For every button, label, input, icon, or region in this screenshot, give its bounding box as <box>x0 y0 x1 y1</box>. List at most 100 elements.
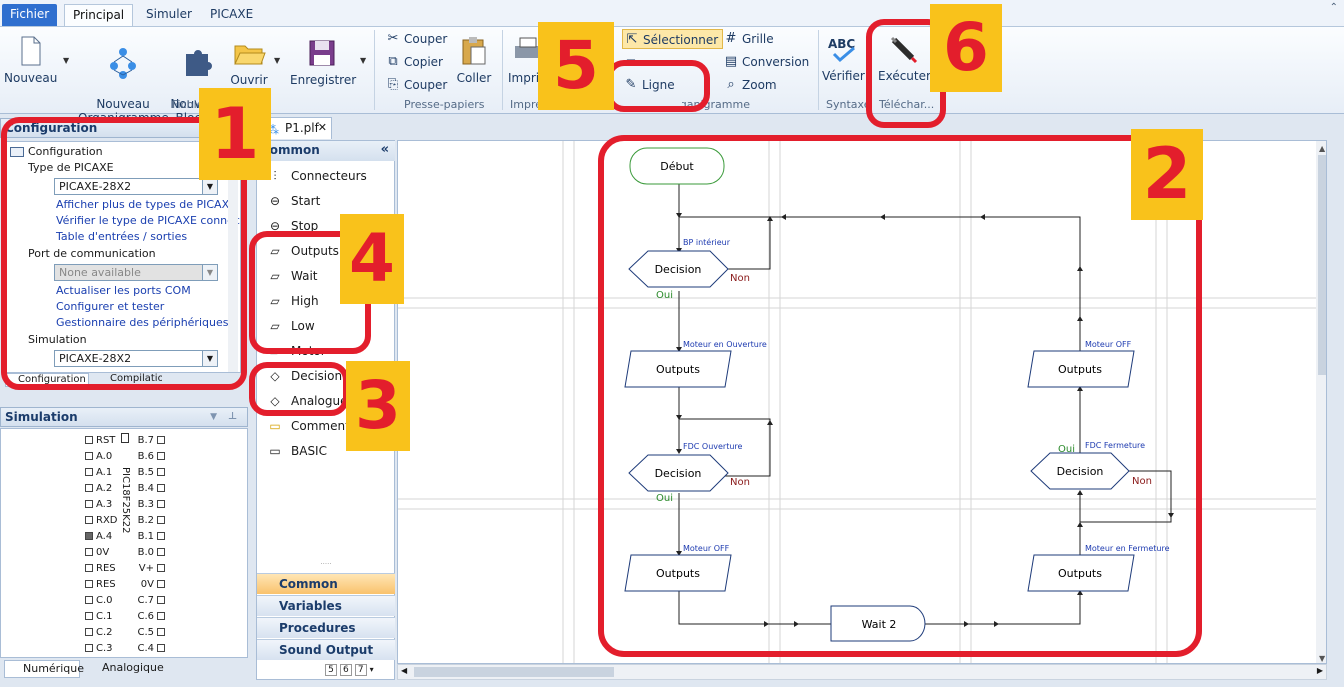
pin-label: C.6 <box>137 611 154 622</box>
scroll-down-icon[interactable]: ▼ <box>1319 654 1326 663</box>
chip-pin-left[interactable]: RST <box>85 433 115 448</box>
chip-pin-right[interactable]: B.4 <box>135 481 165 496</box>
enregistrer-dropdown-icon[interactable]: ▼ <box>360 56 366 65</box>
tab-simuler[interactable]: Simuler <box>138 4 200 26</box>
palette-item-icon: ▭ <box>269 444 281 458</box>
scroll-right-icon[interactable]: ▶ <box>1317 666 1323 675</box>
coller-button[interactable]: Coller <box>454 34 494 85</box>
scroll-left-icon[interactable]: ◀ <box>401 666 407 675</box>
canvas-h-scroll-thumb[interactable] <box>414 667 614 677</box>
couper-label: Couper <box>404 32 448 46</box>
chip-pin-right[interactable]: B.3 <box>135 497 165 512</box>
chip-pin-left[interactable]: C.3 <box>85 641 113 656</box>
category-variables[interactable]: Variables <box>257 595 395 616</box>
chip-pin-right[interactable]: B.0 <box>135 545 165 560</box>
conversion-button[interactable]: ▤ Conversion <box>722 52 809 72</box>
chip-pin-right[interactable]: V+ <box>135 561 165 576</box>
palette-item-basic[interactable]: BASIC <box>291 442 327 460</box>
dropdown-icon[interactable]: ▼ <box>210 408 217 426</box>
enregistrer-button[interactable]: Enregistrer <box>290 36 357 87</box>
chip-pin-right[interactable]: C.7 <box>135 593 165 608</box>
pin-indicator <box>157 500 165 508</box>
couper-button[interactable]: ✂ Couper <box>384 29 448 49</box>
nouveau-button[interactable]: Nouveau <box>4 34 57 85</box>
palette-item-icon: ▭ <box>269 419 281 433</box>
chip-pin-left[interactable]: A.0 <box>85 449 112 464</box>
chip-pin-left[interactable]: C.0 <box>85 593 113 608</box>
pin-label: B.5 <box>137 467 154 478</box>
palette-item-connecteurs[interactable]: Connecteurs <box>291 167 367 185</box>
tab-numerique[interactable]: Numérique <box>4 660 84 678</box>
verifier-button[interactable]: ABC Vérifier <box>822 32 865 83</box>
collapse-icon[interactable]: « <box>381 141 389 159</box>
copy-icon: ⧉ <box>388 54 398 69</box>
collapse-ribbon-icon[interactable]: ⌃ <box>1330 2 1338 13</box>
scroll-up-icon[interactable]: ▲ <box>1319 144 1326 153</box>
menu-tab-bar: Fichier Principal Simuler PICAXE ⌃ <box>0 0 1344 26</box>
palette-item-start[interactable]: Start <box>291 192 320 210</box>
pin-indicator <box>157 484 165 492</box>
chip-pin-right[interactable]: B.7 <box>135 433 165 448</box>
pin-indicator <box>157 564 165 572</box>
chip-pin-right[interactable]: B.6 <box>135 449 165 464</box>
pager-6[interactable]: 6 <box>339 664 352 676</box>
chip-pin-left[interactable]: A.3 <box>85 497 112 512</box>
chip-pin-right[interactable]: B.2 <box>135 513 165 528</box>
chip-pin-left[interactable]: C.1 <box>85 609 113 624</box>
pin-indicator <box>85 452 93 460</box>
pager-5[interactable]: 5 <box>325 664 337 676</box>
chip-pin-right[interactable]: C.6 <box>135 609 165 624</box>
new-file-icon <box>21 36 41 66</box>
chip-pin-right[interactable]: B.1 <box>135 529 165 544</box>
chip-pin-left[interactable]: A.4 <box>85 529 112 544</box>
pager-more-icon[interactable]: ▾ <box>370 665 374 674</box>
flowchart-icon <box>110 48 136 79</box>
nouveau-dropdown-icon[interactable]: ▼ <box>63 56 69 65</box>
pin-indicator <box>157 468 165 476</box>
tab-principal[interactable]: Principal <box>64 4 134 26</box>
verifier-label: Vérifier <box>822 69 865 83</box>
chip-pin-left[interactable]: A.2 <box>85 481 112 496</box>
category-procedures[interactable]: Procedures <box>257 617 395 638</box>
chip-pin-right[interactable]: B.5 <box>135 465 165 480</box>
badge-5: 5 <box>538 22 614 110</box>
close-icon[interactable]: ✕ <box>318 118 327 138</box>
chip-pin-left[interactable]: C.2 <box>85 625 113 640</box>
couper2-button[interactable]: ⎘ Couper <box>384 75 447 95</box>
tab-analogique[interactable]: Analogique <box>84 660 164 678</box>
pin-label: A.0 <box>96 451 113 462</box>
chip-pin-left[interactable]: A.1 <box>85 465 112 480</box>
chip-pin-left[interactable]: RXD <box>85 513 118 528</box>
tab-picaxe[interactable]: PICAXE <box>202 4 261 26</box>
pager-7[interactable]: 7 <box>354 664 367 676</box>
chip-notch <box>121 433 129 443</box>
pin-indicator <box>85 548 93 556</box>
splitter-grip[interactable]: ····· <box>257 561 395 568</box>
chip-pin-right[interactable]: 0V <box>135 577 165 592</box>
category-sound-output[interactable]: Sound Output <box>257 639 395 660</box>
chip-pin-left[interactable]: RES <box>85 577 116 592</box>
chip-pin-right[interactable]: C.4 <box>135 641 165 656</box>
canvas-h-scrollbar[interactable]: ◀ ▶ <box>397 664 1327 680</box>
grille-label: Grille <box>742 32 774 46</box>
tab-fichier[interactable]: Fichier <box>2 4 58 26</box>
pin-icon[interactable]: ⊥ <box>228 408 237 426</box>
copier-button[interactable]: ⧉ Copier <box>384 52 443 72</box>
grille-button[interactable]: # Grille <box>722 29 774 49</box>
chip-pin-left[interactable]: RES <box>85 561 116 576</box>
chip-pin-right[interactable]: C.5 <box>135 625 165 640</box>
chip-pin-left[interactable]: 0V <box>85 545 109 560</box>
ouvrir-dropdown-icon[interactable]: ▼ <box>274 56 280 65</box>
nouveau-organigramme-button[interactable]: Nouveau Organigramme <box>78 32 169 125</box>
canvas-v-scroll-thumb[interactable] <box>1318 155 1326 375</box>
pin-label: B.0 <box>137 547 154 558</box>
simulation-panel-header: Simulation ▼ ⊥ <box>0 407 248 427</box>
category-common[interactable]: Common <box>257 573 395 594</box>
ouvrir-button[interactable]: Ouvrir <box>228 36 270 87</box>
pin-label: B.6 <box>137 451 154 462</box>
palette-item-comment[interactable]: Comment <box>291 417 350 435</box>
selectionner-button[interactable]: ⇱ Sélectionner <box>622 29 724 49</box>
ligne-button[interactable]: ✎ Ligne <box>622 75 675 95</box>
enregistrer-label: Enregistrer <box>290 73 357 87</box>
zoom-button[interactable]: ⌕ Zoom <box>722 75 776 95</box>
